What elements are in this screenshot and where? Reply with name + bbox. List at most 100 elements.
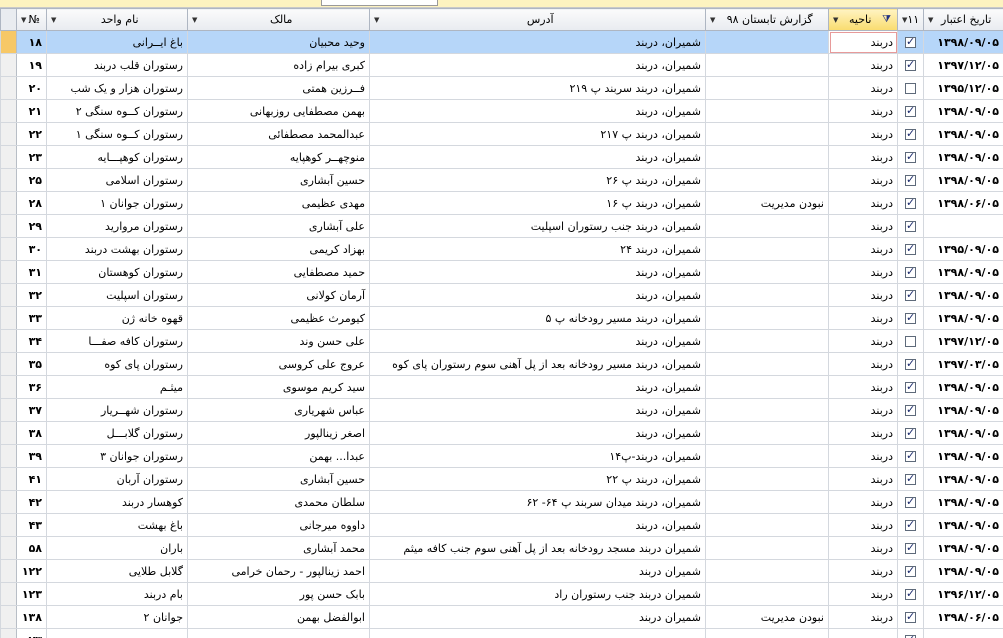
cell-check[interactable]: [897, 76, 924, 100]
cell-unit-name[interactable]: [46, 628, 188, 638]
checkbox[interactable]: [905, 495, 916, 508]
cell-region[interactable]: دربند: [828, 467, 898, 491]
cell-id[interactable]: ۴۲: [16, 490, 47, 514]
cell-region[interactable]: دربند: [828, 444, 898, 468]
cell-region[interactable]: دربند: [828, 76, 898, 100]
cell-unit-name[interactable]: جوانان ۲: [46, 605, 188, 629]
cell-id[interactable]: ۳۷: [16, 398, 47, 422]
cell-valid-date[interactable]: ۱۳۹۸/۰۹/۰۵: [923, 122, 1003, 146]
cell-report[interactable]: [705, 375, 829, 399]
cell-report[interactable]: [705, 30, 829, 54]
cell-id[interactable]: ۲۵: [16, 168, 47, 192]
cell-region[interactable]: دربند: [828, 605, 898, 629]
cell-valid-date[interactable]: ۱۳۹۵/۰۹/۰۵: [923, 237, 1003, 261]
row-selector[interactable]: [0, 444, 17, 468]
cell-owner[interactable]: [187, 628, 370, 638]
checkbox[interactable]: [905, 610, 916, 623]
cell-owner[interactable]: کیومرث عظیمی: [187, 306, 370, 330]
cell-report[interactable]: [705, 421, 829, 445]
cell-region[interactable]: دربند: [828, 30, 898, 54]
cell-report[interactable]: [705, 99, 829, 123]
cell-valid-date[interactable]: ۱۳۹۸/۰۶/۰۵: [923, 605, 1003, 629]
cell-valid-date[interactable]: ۱۳۹۸/۰۹/۰۵: [923, 99, 1003, 123]
cell-valid-date[interactable]: ۱۳۹۸/۰۹/۰۵: [923, 260, 1003, 284]
cell-id[interactable]: ۳۶: [16, 375, 47, 399]
cell-check[interactable]: [897, 605, 924, 629]
cell-id[interactable]: ۱۳۸: [16, 605, 47, 629]
cell-valid-date[interactable]: ۱۳۹۸/۰۹/۰۵: [923, 559, 1003, 583]
cell-report[interactable]: [705, 536, 829, 560]
cell-check[interactable]: [897, 214, 924, 238]
checkbox[interactable]: [905, 35, 916, 48]
cell-valid-date[interactable]: [923, 628, 1003, 638]
cell-address[interactable]: شمیران دربند: [369, 559, 706, 583]
table-row[interactable]: ۲۳: [0, 628, 1003, 638]
cell-check[interactable]: [897, 237, 924, 261]
cell-unit-name[interactable]: کوهسار دربند: [46, 490, 188, 514]
cell-region[interactable]: دربند: [828, 145, 898, 169]
cell-report[interactable]: [705, 237, 829, 261]
row-selector[interactable]: [0, 421, 17, 445]
table-row[interactable]: ۳۰ رستوران بهشت دربند بهزاد کریمی شمیران، د…: [0, 237, 1003, 261]
cell-owner[interactable]: اصغر زینالپور: [187, 421, 370, 445]
column-header-unit-name[interactable]: ▼ نام واحد: [46, 8, 188, 31]
cell-unit-name[interactable]: قهوه خانه ژن: [46, 306, 188, 330]
table-row[interactable]: ۲۹ رستوران مروارید علی آبشاری شمیران، دربند…: [0, 214, 1003, 238]
cell-owner[interactable]: محمد آبشاری: [187, 536, 370, 560]
cell-region[interactable]: [828, 628, 898, 638]
cell-region[interactable]: دربند: [828, 490, 898, 514]
table-row[interactable]: ۱۳۸ جوانان ۲ ابوالفضل بهمن شمیران دربند نبود…: [0, 605, 1003, 629]
checkbox[interactable]: [905, 380, 916, 393]
row-selector[interactable]: [0, 582, 17, 606]
cell-valid-date[interactable]: ۱۳۹۸/۰۹/۰۵: [923, 444, 1003, 468]
cell-region[interactable]: دربند: [828, 329, 898, 353]
cell-id[interactable]: ۳۰: [16, 237, 47, 261]
cell-unit-name[interactable]: رستوران کافه صفـــا: [46, 329, 188, 353]
cell-address[interactable]: شمیران، دربند: [369, 260, 706, 284]
cell-valid-date[interactable]: ۱۳۹۸/۰۹/۰۵: [923, 283, 1003, 307]
row-selector[interactable]: [0, 398, 17, 422]
checkbox[interactable]: [905, 196, 916, 209]
cell-address[interactable]: شمیران، دربند: [369, 398, 706, 422]
row-selector[interactable]: [0, 168, 17, 192]
cell-owner[interactable]: عروج علی کروسی: [187, 352, 370, 376]
checkbox[interactable]: [905, 426, 916, 439]
table-row[interactable]: ۲۳ رستوران کوهپـــایه منوچهــر کوهپایه شمیر…: [0, 145, 1003, 169]
cell-check[interactable]: [897, 145, 924, 169]
cell-address[interactable]: شمیران دربند: [369, 605, 706, 629]
cell-address[interactable]: شمیران، دربند: [369, 53, 706, 77]
cell-check[interactable]: [897, 99, 924, 123]
cell-valid-date[interactable]: ۱۳۹۷/۱۲/۰۵: [923, 329, 1003, 353]
cell-id[interactable]: ۲۰: [16, 76, 47, 100]
table-row[interactable]: ۵۸ باران محمد آبشاری شمیران دربند مسجد رودخ…: [0, 536, 1003, 560]
cell-check[interactable]: [897, 467, 924, 491]
cell-address[interactable]: شمیران، دربند: [369, 145, 706, 169]
cell-owner[interactable]: وحید محبیان: [187, 30, 370, 54]
cell-address[interactable]: شمیران، دربند پ ۱۶: [369, 191, 706, 215]
cell-owner[interactable]: حسین آبشاری: [187, 168, 370, 192]
cell-unit-name[interactable]: رستوران کوهستان: [46, 260, 188, 284]
checkbox[interactable]: [905, 311, 916, 324]
cell-id[interactable]: ۲۹: [16, 214, 47, 238]
cell-address[interactable]: شمیران، دربند: [369, 329, 706, 353]
row-selector[interactable]: [0, 467, 17, 491]
table-row[interactable]: ۲۰ رستوران هزار و یک شب فــرزین همتی شمیران…: [0, 76, 1003, 100]
row-selector[interactable]: [0, 30, 17, 54]
cell-id[interactable]: ۳۱: [16, 260, 47, 284]
cell-owner[interactable]: احمد زینالپور - رحمان خرامی: [187, 559, 370, 583]
checkbox[interactable]: [905, 472, 916, 485]
cell-check[interactable]: [897, 191, 924, 215]
cell-address[interactable]: شمیران دربند مسجد رودخانه بعد از پل آهنی…: [369, 536, 706, 560]
cell-report[interactable]: [705, 306, 829, 330]
column-header-id[interactable]: ▼ №: [16, 8, 47, 31]
cell-id[interactable]: ۵۸: [16, 536, 47, 560]
cell-report[interactable]: [705, 329, 829, 353]
table-row[interactable]: ۴۳ باغ بهشت داووه میرجانی شمیران، دربند دربن…: [0, 513, 1003, 537]
cell-owner[interactable]: علی آبشاری: [187, 214, 370, 238]
cell-owner[interactable]: سلطان محمدی: [187, 490, 370, 514]
cell-valid-date[interactable]: ۱۳۹۸/۰۹/۰۵: [923, 398, 1003, 422]
cell-id[interactable]: ۳۵: [16, 352, 47, 376]
cell-unit-name[interactable]: رستوران مروارید: [46, 214, 188, 238]
row-selector[interactable]: [0, 214, 17, 238]
cell-report[interactable]: [705, 559, 829, 583]
